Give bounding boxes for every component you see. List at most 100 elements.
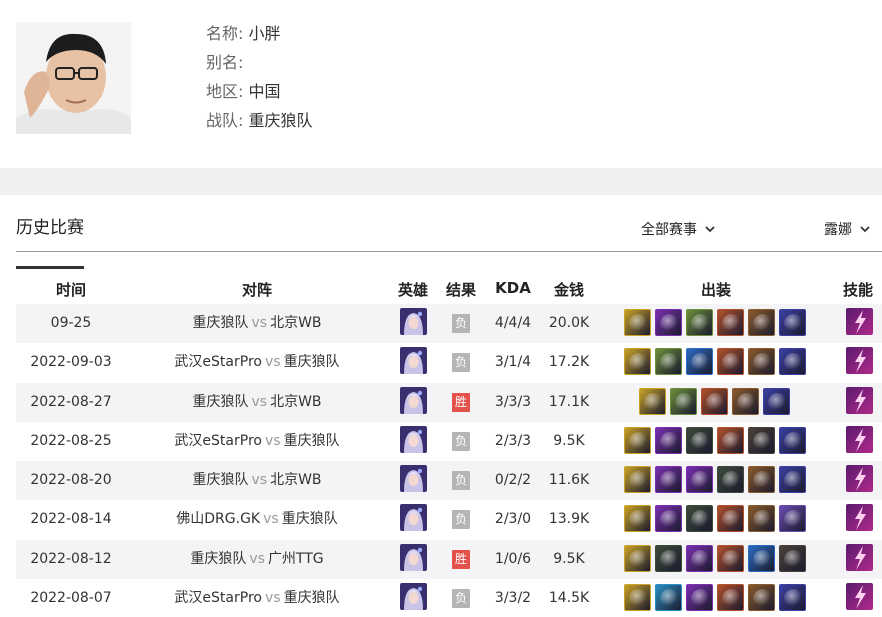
kda-value: 4/4/4 [494, 315, 532, 331]
item-icon[interactable] [748, 348, 775, 376]
item-icon[interactable] [779, 426, 806, 454]
match-teams[interactable]: 重庆狼队 vs 北京WB [192, 304, 321, 343]
match-teams[interactable]: 武汉eStarPro vs 重庆狼队 [174, 579, 339, 617]
item-icon[interactable] [624, 466, 651, 494]
vs-label: vs [263, 511, 279, 528]
header-result: 结果 [445, 281, 477, 299]
match-teams[interactable]: 重庆狼队 vs 广州TTG [190, 540, 323, 579]
table-row[interactable]: 2022-08-12 重庆狼队 vs 广州TTG 胜 1/0/6 9.5K [16, 539, 882, 580]
result-badge: 负 [452, 471, 470, 491]
hero-filter-dropdown[interactable]: 露娜 [824, 219, 872, 239]
item-icon[interactable] [624, 426, 651, 454]
item-build [624, 505, 806, 533]
table-row[interactable]: 2022-08-27 重庆狼队 vs 北京WB 胜 3/3/3 17.1K [16, 382, 882, 422]
item-icon[interactable] [655, 505, 682, 533]
item-icon[interactable] [686, 348, 713, 376]
away-team: 北京WB [270, 315, 322, 331]
match-teams[interactable]: 重庆狼队 vs 北京WB [192, 461, 321, 500]
match-teams[interactable]: 武汉eStarPro vs 重庆狼队 [174, 343, 339, 382]
item-icon[interactable] [717, 309, 744, 336]
item-icon[interactable] [717, 348, 744, 376]
table-row[interactable]: 2022-09-03 武汉eStarPro vs 重庆狼队 负 3/1/4 17.2… [16, 343, 882, 382]
event-filter-dropdown[interactable]: 全部赛事 [641, 219, 717, 239]
item-icon[interactable] [655, 466, 682, 494]
home-team: 武汉eStarPro [174, 590, 262, 607]
player-profile: 名称: 小胖 别名: 地区: 中国 战队: 重庆狼队 [0, 0, 882, 168]
item-icon[interactable] [686, 466, 713, 494]
item-icon[interactable] [779, 348, 806, 376]
table-row[interactable]: 2022-08-14 佛山DRG.GK vs 重庆狼队 负 2/3/0 13.9K [16, 500, 882, 539]
item-icon[interactable] [779, 466, 806, 494]
item-icon[interactable] [655, 348, 682, 376]
region-label: 地区: [206, 82, 244, 101]
gold-value: 20.0K [548, 315, 590, 331]
item-icon[interactable] [779, 505, 806, 533]
item-icon[interactable] [624, 348, 651, 376]
kda-value: 1/0/6 [494, 550, 532, 567]
tab-match-history[interactable]: 历史比赛 [16, 213, 84, 269]
match-teams[interactable]: 武汉eStarPro vs 重庆狼队 [174, 422, 339, 461]
item-icon[interactable] [779, 584, 806, 612]
item-icon[interactable] [748, 426, 775, 454]
table-row[interactable]: 09-25 重庆狼队 vs 北京WB 负 4/4/4 20.0K [16, 304, 882, 344]
item-icon[interactable] [748, 505, 775, 533]
item-icon[interactable] [624, 544, 651, 572]
vs-label: vs [251, 393, 268, 410]
player-info: 名称: 小胖 别名: 地区: 中国 战队: 重庆狼队 [206, 22, 313, 138]
item-icon[interactable] [748, 544, 775, 572]
item-icon[interactable] [670, 387, 697, 415]
item-icon[interactable] [624, 584, 651, 612]
kda-value: 3/3/2 [494, 590, 532, 607]
item-icon[interactable] [701, 387, 728, 415]
vs-label: vs [264, 354, 281, 371]
table-row[interactable]: 2022-08-25 武汉eStarPro vs 重庆狼队 负 2/3/3 9.5K [16, 422, 882, 461]
item-icon[interactable] [779, 544, 806, 572]
table-row[interactable]: 2022-08-07 武汉eStarPro vs 重庆狼队 负 3/3/2 14.5… [16, 579, 882, 617]
item-icon[interactable] [779, 309, 806, 336]
gold-value: 9.5K [553, 432, 585, 449]
item-icon[interactable] [686, 505, 713, 533]
result-badge: 负 [452, 353, 470, 373]
item-icon[interactable] [655, 309, 682, 336]
luna-hero-icon [400, 308, 427, 335]
item-icon[interactable] [717, 466, 744, 494]
match-date: 2022-08-14 [30, 511, 112, 528]
item-icon[interactable] [748, 584, 775, 612]
item-icon[interactable] [686, 544, 713, 572]
match-date: 2022-08-07 [30, 590, 112, 607]
result-badge: 负 [452, 314, 470, 333]
match-date: 2022-09-03 [30, 354, 112, 371]
item-icon[interactable] [717, 426, 744, 454]
item-icon[interactable] [748, 309, 775, 336]
flash-skill-icon [846, 425, 873, 453]
header-gold: 金钱 [553, 281, 585, 299]
item-icon[interactable] [655, 584, 682, 612]
item-icon[interactable] [686, 309, 713, 336]
away-team: 北京WB [270, 393, 322, 410]
item-icon[interactable] [655, 426, 682, 454]
item-icon[interactable] [717, 584, 744, 612]
home-team: 重庆狼队 [192, 393, 249, 410]
item-icon[interactable] [639, 387, 666, 415]
vs-label: vs [264, 432, 281, 449]
item-icon[interactable] [686, 426, 713, 454]
player-team-row: 战队: 重庆狼队 [206, 109, 313, 138]
item-icon[interactable] [717, 544, 744, 572]
item-icon[interactable] [717, 505, 744, 533]
item-icon[interactable] [763, 387, 790, 415]
match-teams[interactable]: 佛山DRG.GK vs 重庆狼队 [176, 500, 337, 539]
item-icon[interactable] [624, 309, 651, 336]
luna-hero-icon [400, 425, 427, 453]
match-date: 09-25 [50, 315, 92, 331]
home-team: 重庆狼队 [190, 550, 247, 567]
item-icon[interactable] [732, 387, 759, 415]
match-teams[interactable]: 重庆狼队 vs 北京WB [192, 383, 321, 422]
item-build [624, 584, 806, 612]
item-icon[interactable] [655, 544, 682, 572]
item-icon[interactable] [748, 466, 775, 494]
table-row[interactable]: 2022-08-20 重庆狼队 vs 北京WB 负 0/2/2 11.6K [16, 461, 882, 501]
flash-skill-icon [846, 465, 873, 493]
item-icon[interactable] [624, 505, 651, 533]
match-date: 2022-08-12 [30, 550, 112, 567]
item-icon[interactable] [686, 584, 713, 612]
